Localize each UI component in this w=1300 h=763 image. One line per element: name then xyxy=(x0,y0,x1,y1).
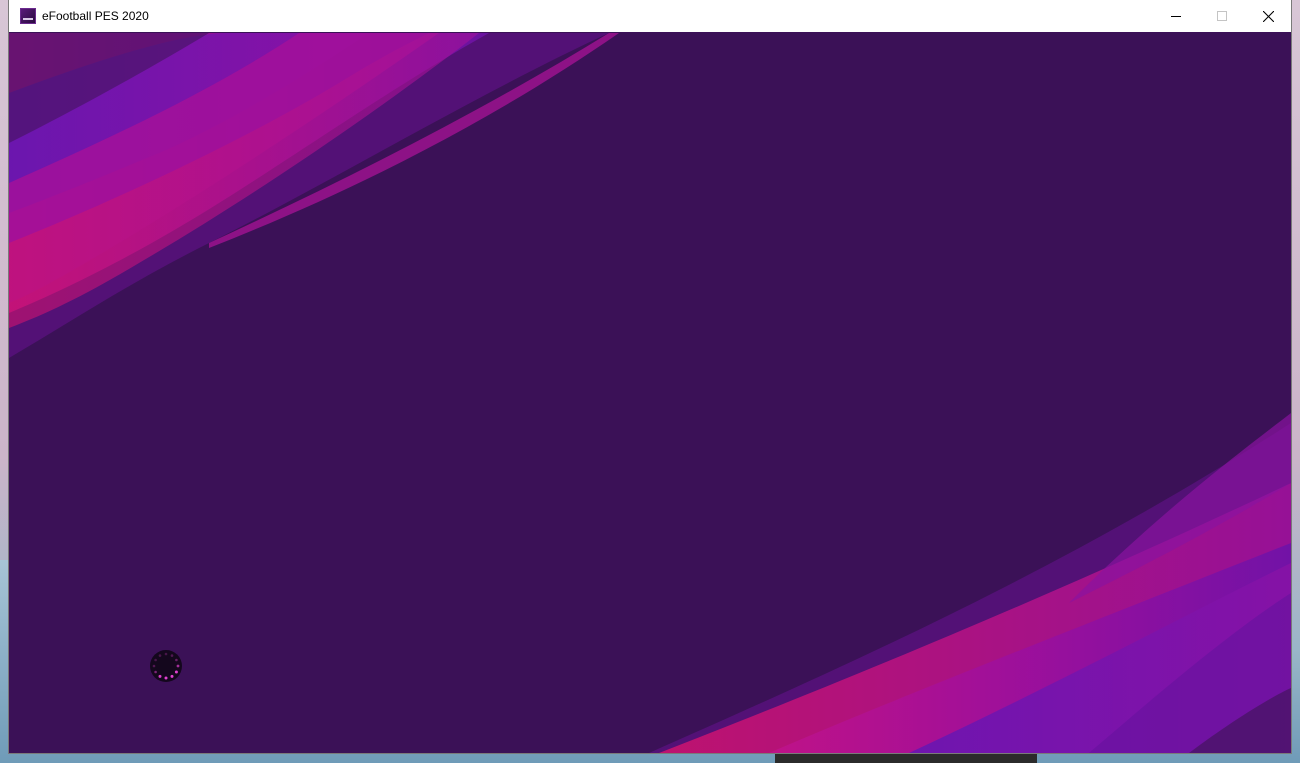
app-icon xyxy=(20,8,36,24)
game-loading-screen[interactable] xyxy=(9,33,1291,753)
decorative-waves xyxy=(9,33,1291,753)
loading-spinner-icon xyxy=(152,652,180,680)
loading-spinner xyxy=(150,650,182,682)
window-title: eFootball PES 2020 xyxy=(42,9,149,23)
maximize-icon xyxy=(1217,11,1227,21)
close-button[interactable] xyxy=(1245,0,1291,32)
minimize-icon xyxy=(1171,16,1181,17)
minimize-button[interactable] xyxy=(1153,0,1199,32)
bottom-right-waves xyxy=(649,413,1291,753)
game-window[interactable]: eFootball PES 2020 xyxy=(9,0,1291,753)
desktop-wallpaper-dark-strip xyxy=(775,752,1037,763)
window-controls xyxy=(1153,0,1291,32)
maximize-button[interactable] xyxy=(1199,0,1245,32)
top-left-waves xyxy=(9,33,619,358)
close-icon xyxy=(1262,10,1274,22)
title-bar[interactable]: eFootball PES 2020 xyxy=(9,0,1291,32)
